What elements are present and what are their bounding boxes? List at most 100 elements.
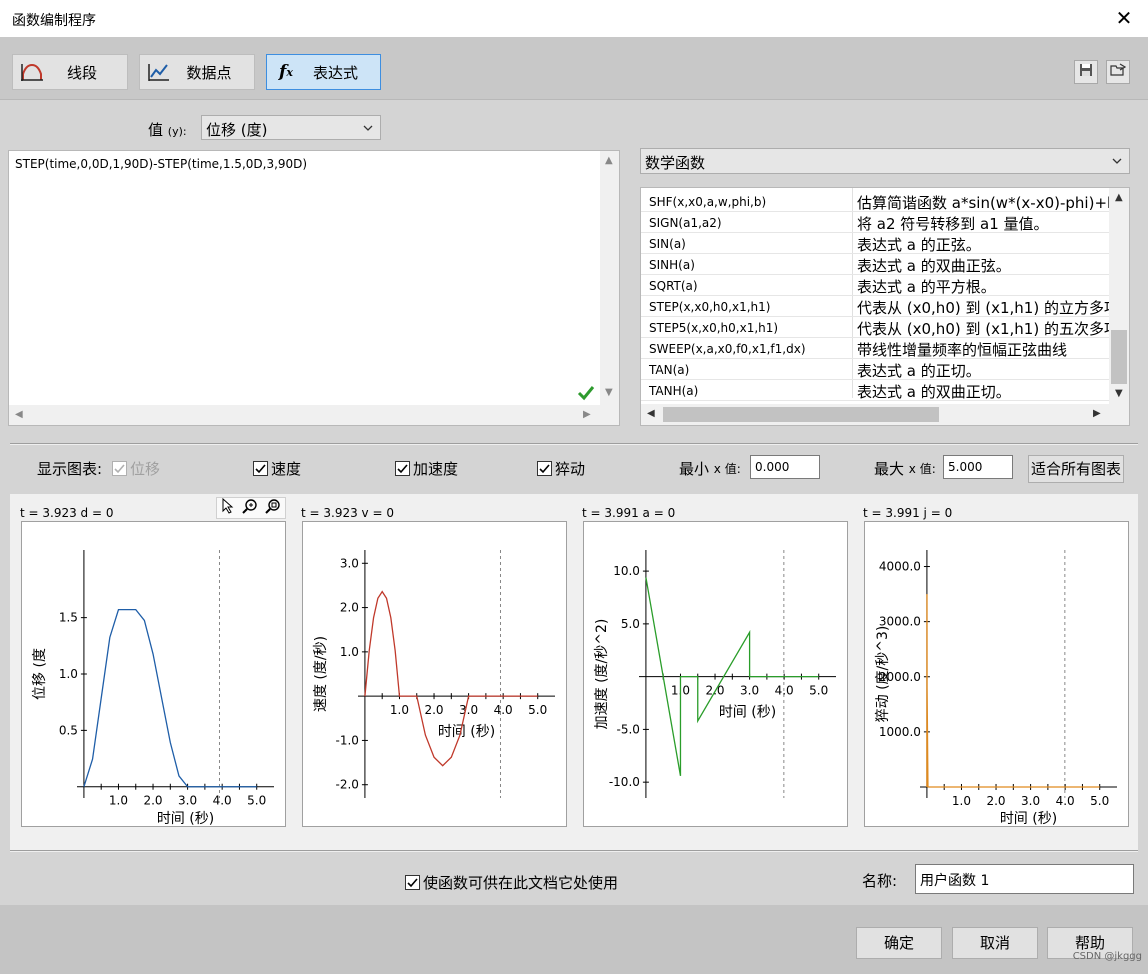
fit-all-charts-button[interactable]: 适合所有图表: [1028, 455, 1124, 483]
plot-toolbar: [216, 497, 286, 519]
list-item[interactable]: STEP(x,x0,h0,x1,h1) 代表从 (x0,h0) 到 (x1,h1…: [641, 296, 1129, 317]
x-tick-label: 3.0: [740, 684, 759, 698]
x-axis-label: 时间 (秒): [719, 705, 776, 721]
value-select-text: 位移 (度): [206, 121, 268, 139]
jerk-option[interactable]: 猝动: [537, 458, 585, 479]
x-tick-label: 1.0: [390, 703, 409, 717]
y-axis-label: 位移 (度: [32, 648, 48, 700]
zoom-fit-icon[interactable]: [265, 498, 281, 518]
use-everywhere-option[interactable]: 使函数可供在此文档它处使用: [405, 872, 618, 893]
list-item[interactable]: SINH(a) 表达式 a 的双曲正弦。: [641, 254, 1109, 275]
expression-vscrollbar[interactable]: ▲ ▼: [600, 151, 619, 405]
expression-button[interactable]: fx 表达式: [266, 54, 381, 90]
velocity-checkbox[interactable]: [253, 461, 268, 476]
x-tick-label: 4.0: [213, 794, 232, 808]
toolbar: 线段 数据点 fx 表达式: [0, 38, 1148, 100]
value-select[interactable]: 位移 (度): [201, 115, 381, 140]
expression-hscrollbar[interactable]: ◀ ▶: [9, 405, 619, 425]
min-x-input[interactable]: 0.000: [750, 455, 820, 479]
y-tick-label: -5.0: [616, 722, 639, 736]
series-line: [83, 608, 257, 788]
list-item[interactable]: SIGN(a1,a2) 将 a2 符号转移到 a1 量值。: [641, 212, 1109, 233]
y-tick-label: 0.5: [59, 723, 78, 737]
jerk-chart: 1.0 2.0 3.0 4.0 5.04000.03000.02000.01000.0时…: [875, 550, 1117, 827]
jerk-checkbox[interactable]: [537, 461, 552, 476]
divider: [10, 443, 1138, 445]
displacement-plot[interactable]: 1.0 2.0 3.0 4.0 5.0 0.5 1.0 1.5 时间 (秒) 位移 (度: [21, 521, 286, 827]
curve-icon: [17, 58, 47, 86]
plot-readout: t = 3.923 v = 0: [301, 506, 394, 520]
acceleration-option[interactable]: 加速度: [395, 458, 458, 479]
max-x-input[interactable]: 5.000: [943, 455, 1013, 479]
displacement-checkbox: [112, 461, 127, 476]
x-tick-label: 1.0: [109, 794, 128, 808]
name-input[interactable]: 用户函数 1: [915, 864, 1134, 894]
x-axis-label: 时间 (秒): [438, 724, 495, 740]
x-tick-label: 2.0: [424, 703, 443, 717]
ok-button[interactable]: 确定: [856, 927, 942, 959]
scroll-thumb[interactable]: [663, 407, 939, 422]
acceleration-plot[interactable]: 1.0 2.0 3.0 4.0 5.0 10.0 5.0 -5.0 -10.0 时间 (秒) 加速度…: [583, 521, 848, 827]
checkmark-icon: [577, 385, 595, 405]
min-x-label: 最小 x 值:: [679, 460, 741, 478]
function-category-select[interactable]: 数学函数: [640, 148, 1130, 174]
list-item[interactable]: STEP5(x,x0,h0,x1,h1) 代表从 (x0,h0) 到 (x1,h…: [641, 317, 1129, 338]
displacement-option: 位移: [112, 458, 160, 479]
x-tick-label: 5.0: [247, 794, 266, 808]
function-list-hscrollbar[interactable]: ◀ ▶: [641, 404, 1129, 425]
y-tick-label: -1.0: [335, 733, 358, 747]
x-axis-label: 时间 (秒): [1000, 811, 1057, 827]
expression-editor[interactable]: STEP(time,0,0D,1,90D)-STEP(time,1.5,0D,3…: [8, 150, 620, 426]
jerk-plot[interactable]: 1.0 2.0 3.0 4.0 5.0 4000.0 3000.0 2000.0 1000.0 时…: [864, 521, 1129, 827]
y-tick-label: 1000.0: [879, 725, 921, 739]
save-icon: [1079, 63, 1093, 81]
x-tick-label: 5.0: [809, 684, 828, 698]
fx-icon: fx: [279, 62, 293, 82]
x-tick-label: 2.0: [143, 794, 162, 808]
title-bar: 函数编制程序 ✕: [0, 0, 1148, 38]
function-list-vscrollbar[interactable]: ▲ ▼: [1109, 188, 1129, 404]
velocity-option[interactable]: 速度: [253, 458, 301, 479]
list-item[interactable]: SIN(a) 表达式 a 的正弦。: [641, 233, 1109, 254]
y-axis-label: 猝动 (度/秒^3): [875, 626, 891, 723]
y-tick-label: 1.0: [340, 645, 359, 659]
x-tick-label: 4.0: [775, 684, 794, 698]
x-axis-label: 时间 (秒): [157, 811, 214, 827]
close-button[interactable]: ✕: [1112, 6, 1136, 30]
chart-icon: [144, 58, 174, 86]
x-tick-label: 3.0: [459, 703, 478, 717]
list-item[interactable]: SWEEP(x,a,x0,f0,x1,f1,dx) 带线性增量频率的恒幅正弦曲线: [641, 338, 1109, 359]
acceleration-chart: 1.0 2.0 3.0 4.0 5.010.05.0-5.0-10.0时间 (秒)加速度…: [594, 550, 836, 798]
scroll-thumb[interactable]: [1111, 330, 1127, 384]
acceleration-checkbox[interactable]: [395, 461, 410, 476]
window-title: 函数编制程序: [12, 13, 96, 29]
x-tick-label: 5.0: [1090, 794, 1109, 808]
data-points-button[interactable]: 数据点: [139, 54, 255, 90]
y-tick-label: 10.0: [613, 564, 640, 578]
show-charts-label: 显示图表:: [37, 460, 103, 478]
list-item[interactable]: SHF(x,x0,a,w,phi,b) 估算简谐函数 a*sin(w*(x-x0…: [641, 191, 1129, 212]
value-label: 值 (y):: [148, 121, 187, 139]
list-item[interactable]: TAN(a) 表达式 a 的正切。: [641, 359, 1109, 380]
use-everywhere-checkbox[interactable]: [405, 875, 420, 890]
x-tick-label: 3.0: [1021, 794, 1040, 808]
name-label: 名称:: [862, 872, 898, 890]
list-item[interactable]: SQRT(a) 表达式 a 的平方根。: [641, 275, 1109, 296]
velocity-plot[interactable]: 1.0 2.0 3.0 4.0 5.0 3.0 2.0 1.0 -1.0 -2.0 时间 (秒) 速度…: [302, 521, 567, 827]
y-axis-label: 速度 (度/秒): [313, 636, 329, 712]
series-line: [926, 594, 1100, 788]
y-tick-label: 2.0: [340, 601, 359, 615]
y-axis-label: 加速度 (度/秒^2): [594, 619, 610, 730]
list-item[interactable]: TANH(a) 表达式 a 的双曲正切。: [641, 380, 1109, 401]
divider: [10, 850, 1138, 852]
pointer-icon[interactable]: [221, 497, 235, 518]
zoom-in-icon[interactable]: [242, 498, 258, 518]
save-button[interactable]: [1074, 60, 1098, 84]
plot-readout: t = 3.991 j = 0: [863, 506, 953, 520]
x-tick-label: 3.0: [178, 794, 197, 808]
open-button[interactable]: [1106, 60, 1130, 84]
chevron-down-icon: [362, 120, 374, 132]
segments-button[interactable]: 线段: [12, 54, 128, 90]
cancel-button[interactable]: 取消: [952, 927, 1038, 959]
expression-text[interactable]: STEP(time,0,0D,1,90D)-STEP(time,1.5,0D,3…: [15, 157, 307, 171]
